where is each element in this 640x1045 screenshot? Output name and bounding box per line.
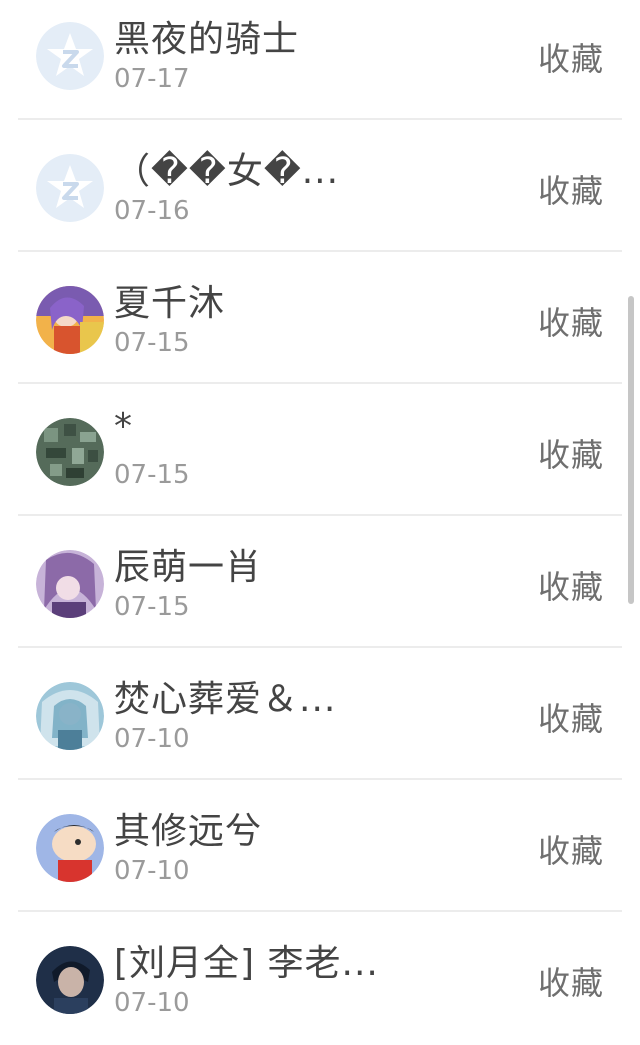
favorite-button[interactable]: 收藏 (538, 958, 604, 1004)
item-date: 07-16 (114, 196, 190, 226)
item-name: * (114, 406, 133, 447)
item-name: 焚心葬爱＆... (114, 679, 337, 720)
list-item[interactable]: 夏千沐 07-15 收藏 (18, 252, 622, 384)
purple-anime-avatar-icon (36, 550, 104, 618)
scrollbar[interactable] (628, 296, 634, 604)
item-date: 07-15 (114, 592, 190, 622)
list-item[interactable]: 黑夜的骑士 07-17 收藏 (18, 0, 622, 120)
list-item[interactable]: 焚心葬爱＆... 07-10 收藏 (18, 648, 622, 780)
item-date: 07-17 (114, 64, 190, 94)
avatar[interactable] (36, 946, 104, 1014)
favorite-button[interactable]: 收藏 (538, 694, 604, 740)
list-item[interactable]: （��女�... 07-16 收藏 (18, 120, 622, 252)
item-date: 07-10 (114, 724, 190, 754)
anime-girl-avatar-icon (36, 286, 104, 354)
favorites-list: 黑夜的骑士 07-17 收藏 （��女�... 07-16 收藏 夏千沐 07-… (0, 0, 640, 1044)
avatar[interactable] (36, 286, 104, 354)
avatar[interactable] (36, 22, 104, 90)
favorite-button[interactable]: 收藏 (538, 298, 604, 344)
default-qzone-avatar-icon (36, 154, 104, 222)
item-date: 07-15 (114, 328, 190, 358)
blue-anime-avatar-icon (36, 682, 104, 750)
item-name: 辰萌一肖 (114, 547, 263, 588)
item-date: 07-10 (114, 988, 190, 1018)
item-name: [刘月全] 李老... (114, 943, 379, 984)
avatar[interactable] (36, 550, 104, 618)
green-pattern-avatar-icon (36, 418, 104, 486)
avatar[interactable] (36, 154, 104, 222)
item-name: 夏千沐 (114, 283, 226, 324)
favorite-button[interactable]: 收藏 (538, 430, 604, 476)
item-date: 07-10 (114, 856, 190, 886)
list-item[interactable]: 其修远兮 07-10 收藏 (18, 780, 622, 912)
list-item[interactable]: 辰萌一肖 07-15 收藏 (18, 516, 622, 648)
favorite-button[interactable]: 收藏 (538, 34, 604, 80)
item-name: 其修远兮 (114, 811, 263, 852)
favorite-button[interactable]: 收藏 (538, 562, 604, 608)
item-name: 黑夜的骑士 (114, 19, 300, 60)
avatar[interactable] (36, 418, 104, 486)
avatar[interactable] (36, 682, 104, 750)
cartoon-avatar-icon (36, 814, 104, 882)
avatar[interactable] (36, 814, 104, 882)
item-date: 07-15 (114, 460, 190, 490)
default-qzone-avatar-icon (36, 22, 104, 90)
favorite-button[interactable]: 收藏 (538, 826, 604, 872)
list-item[interactable]: [刘月全] 李老... 07-10 收藏 (18, 912, 622, 1044)
item-name: （��女�... (114, 151, 340, 192)
list-item[interactable]: * 07-15 收藏 (18, 384, 622, 516)
favorite-button[interactable]: 收藏 (538, 166, 604, 212)
portrait-avatar-icon (36, 946, 104, 1014)
